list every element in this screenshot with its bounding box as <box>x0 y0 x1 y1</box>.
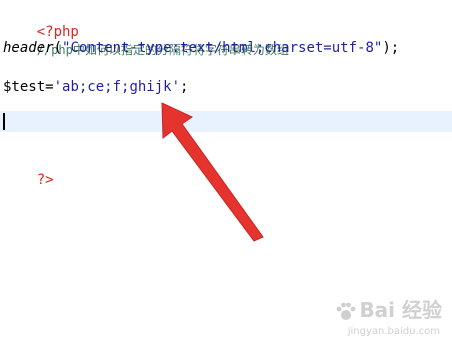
baidu-paw-icon <box>336 302 356 320</box>
text-caret <box>3 113 5 130</box>
semicolon: ; <box>180 79 189 95</box>
watermark-url: jingyan.baidu.com <box>347 326 440 337</box>
test-variable: $test <box>3 79 46 95</box>
close-paren: ); <box>382 40 400 56</box>
assign-operator: = <box>45 79 54 95</box>
current-line-highlight <box>0 111 452 132</box>
code-line-2: //php中如何以指定的分隔符将字符串转为数组 <box>3 20 289 57</box>
php-close-tag: ?> <box>36 172 54 188</box>
code-line-3: header("Content-type:text/html;charset=u… <box>3 38 399 58</box>
baidu-jingyan-watermark: Bai 经验 <box>359 298 442 322</box>
code-line-1: <?php <box>3 2 79 40</box>
header-string: "Content-type:text/html;charset=utf-8" <box>62 40 383 56</box>
test-string: 'ab;ce;f;ghijk' <box>53 79 181 95</box>
code-line-4: $test='ab;ce;f;ghijk'; <box>3 77 188 97</box>
open-paren: ( <box>53 40 63 56</box>
header-function: header <box>3 40 54 56</box>
code-line-5: ?> <box>3 150 54 188</box>
